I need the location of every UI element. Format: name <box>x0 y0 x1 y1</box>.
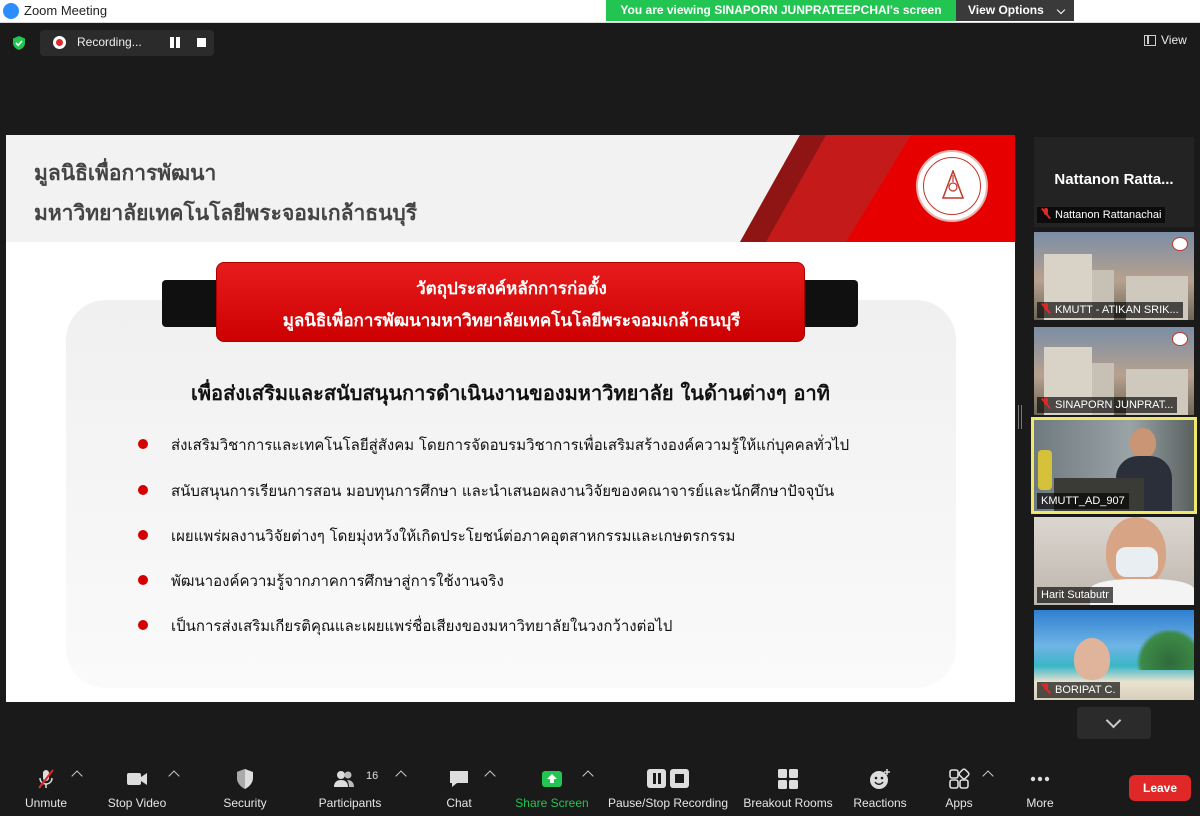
more-button[interactable]: More <box>1014 760 1066 816</box>
kmutt-logo-icon <box>1172 332 1188 346</box>
scroll-participants-down-button[interactable] <box>1077 707 1151 739</box>
kmutt-logo-icon <box>1172 237 1188 251</box>
unmute-button[interactable]: Unmute <box>14 760 78 816</box>
meeting-toolbar: Unmute Stop Video Security 16 Participan… <box>0 760 1200 816</box>
slide-title-line2: มหาวิทยาลัยเทคโนโลยีพระจอมเกล้าธนบุรี <box>34 200 418 225</box>
bullet-text: เป็นการส่งเสริมเกียรติคุณและเผยแพร่ชื่อเ… <box>171 617 673 635</box>
participant-name-label: SINAPORN JUNPRAT... <box>1037 397 1178 413</box>
chat-bubble-icon <box>450 771 468 787</box>
participant-display-name: Nattanon Ratta... <box>1054 171 1174 188</box>
bullet-dot-icon <box>138 575 148 585</box>
zoom-logo-icon <box>3 3 19 19</box>
security-label: Security <box>223 796 267 810</box>
more-dots-icon <box>1030 776 1050 782</box>
participant-tile-harit-sutabutr[interactable]: Harit Sutabutr <box>1034 517 1194 605</box>
apps-button[interactable]: Apps <box>934 760 984 816</box>
chevron-down-icon <box>1105 712 1122 729</box>
slide-lead-text: เพื่อส่งเสริมและสนับสนุนการดำเนินงานของม… <box>191 381 830 405</box>
participant-tile-sinaporn[interactable]: SINAPORN JUNPRAT... <box>1034 327 1194 415</box>
view-options-label: View Options <box>968 3 1044 17</box>
stop-video-label: Stop Video <box>107 796 167 810</box>
mic-muted-icon <box>38 769 54 789</box>
participants-button[interactable]: 16 Participants <box>314 760 386 816</box>
chat-options-caret[interactable] <box>484 770 496 782</box>
face-mask <box>1116 547 1158 577</box>
view-button[interactable]: View <box>1138 30 1194 52</box>
participant-tile-kmutt-atikan[interactable]: KMUTT - ATIKAN SRIK... <box>1034 232 1194 320</box>
apps-label: Apps <box>945 796 973 810</box>
video-options-caret[interactable] <box>168 770 180 782</box>
recording-label: Recording... <box>77 35 142 49</box>
stop-recording-icon[interactable] <box>197 38 206 47</box>
participant-name-label: Harit Sutabutr <box>1037 587 1113 603</box>
slide-header: มูลนิธิเพื่อการพัฒนา มหาวิทยาลัยเทคโนโลย… <box>6 135 1015 242</box>
objective-title-line2: มูลนิธิเพื่อการพัฒนามหาวิทยาลัยเทคโนโลยี… <box>282 311 741 331</box>
unmute-label: Unmute <box>24 796 68 810</box>
bullet-text: ส่งเสริมวิชาการและเทคโนโลยีสู่สังคม โดยก… <box>171 436 850 454</box>
security-button[interactable]: Security <box>214 760 276 816</box>
recording-dot-icon <box>53 36 66 49</box>
recording-indicator: Recording... <box>40 30 214 56</box>
security-shield-icon[interactable] <box>11 35 27 51</box>
chevron-down-icon <box>1056 5 1066 15</box>
reactions-button[interactable]: Reactions <box>846 760 914 816</box>
participants-options-caret[interactable] <box>395 770 407 782</box>
pause-stop-recording-button[interactable]: Pause/Stop Recording <box>604 760 732 816</box>
participant-name-label: KMUTT_AD_907 <box>1037 493 1129 509</box>
pause-stop-icon <box>647 769 689 788</box>
chat-button[interactable]: Chat <box>432 760 486 816</box>
apps-icon <box>949 768 970 789</box>
objective-title-box: วัตถุประสงค์หลักการก่อตั้ง มูลนิธิเพื่อก… <box>216 262 805 342</box>
objective-title-line1: วัตถุประสงค์หลักการก่อตั้ง <box>416 279 607 299</box>
breakout-rooms-button[interactable]: Breakout Rooms <box>740 760 836 816</box>
mic-muted-icon <box>1041 303 1051 314</box>
viewing-screen-banner: You are viewing SINAPORN JUNPRATEEPCHAI'… <box>606 0 956 21</box>
participant-name-label: BORIPAT C. <box>1037 682 1120 698</box>
mic-muted-icon <box>1041 208 1051 219</box>
participants-icon <box>334 771 354 787</box>
mic-muted-icon <box>1041 683 1051 694</box>
breakout-rooms-label: Breakout Rooms <box>743 796 833 810</box>
breakout-rooms-icon <box>778 769 798 789</box>
window-title: Zoom Meeting <box>24 3 108 18</box>
mic-muted-icon <box>1041 398 1051 409</box>
bullet-text: สนับสนุนการเรียนการสอน มอบทุนการศึกษา แล… <box>171 482 835 500</box>
participant-tile-kmutt-ad-907-active-speaker[interactable]: KMUTT_AD_907 <box>1031 417 1197 514</box>
smiley-reaction-icon <box>870 769 890 789</box>
participant-tile-nattanon[interactable]: Nattanon Ratta... Nattanon Rattanachai <box>1034 137 1194 227</box>
view-options-button[interactable]: View Options <box>956 0 1074 21</box>
stop-video-button[interactable]: Stop Video <box>104 760 170 816</box>
reactions-label: Reactions <box>853 796 907 810</box>
bullet-dot-icon <box>138 485 148 495</box>
panel-resize-handle[interactable] <box>1018 405 1022 429</box>
university-seal-logo <box>916 150 988 222</box>
pause-stop-recording-label: Pause/Stop Recording <box>607 796 729 810</box>
video-camera-icon <box>127 773 147 785</box>
pause-recording-icon[interactable] <box>168 37 182 49</box>
bullet-text: เผยแพร่ผลงานวิจัยต่างๆ โดยมุ่งหวังให้เกิ… <box>171 527 736 545</box>
bullet-text: พัฒนาองค์ความรู้จากภาคการศึกษาสู่การใช้ง… <box>171 572 504 590</box>
bullet-dot-icon <box>138 439 148 449</box>
participants-label: Participants <box>318 796 382 810</box>
participants-count-badge: 16 <box>366 770 379 782</box>
participant-tile-boripat[interactable]: BORIPAT C. <box>1034 610 1194 700</box>
seal-emblem-icon <box>942 170 964 199</box>
share-screen-button[interactable]: Share Screen <box>512 760 592 816</box>
share-screen-label: Share Screen <box>515 796 589 810</box>
participant-name-label: Nattanon Rattanachai <box>1037 207 1166 223</box>
apps-options-caret[interactable] <box>982 770 994 782</box>
share-screen-icon <box>542 771 562 787</box>
more-label: More <box>1026 796 1054 810</box>
slide-title-line1: มูลนิธิเพื่อการพัฒนา <box>34 160 217 185</box>
bullet-dot-icon <box>138 620 148 630</box>
chat-label: Chat <box>446 796 472 810</box>
view-label: View <box>1161 33 1187 47</box>
view-layout-icon <box>1144 35 1156 46</box>
leave-meeting-button[interactable]: Leave <box>1129 775 1191 801</box>
participant-name-label: KMUTT - ATIKAN SRIK... <box>1037 302 1183 318</box>
bullet-dot-icon <box>138 530 148 540</box>
shield-icon <box>237 769 253 789</box>
shared-screen-slide: มูลนิธิเพื่อการพัฒนา มหาวิทยาลัยเทคโนโลย… <box>6 135 1015 702</box>
